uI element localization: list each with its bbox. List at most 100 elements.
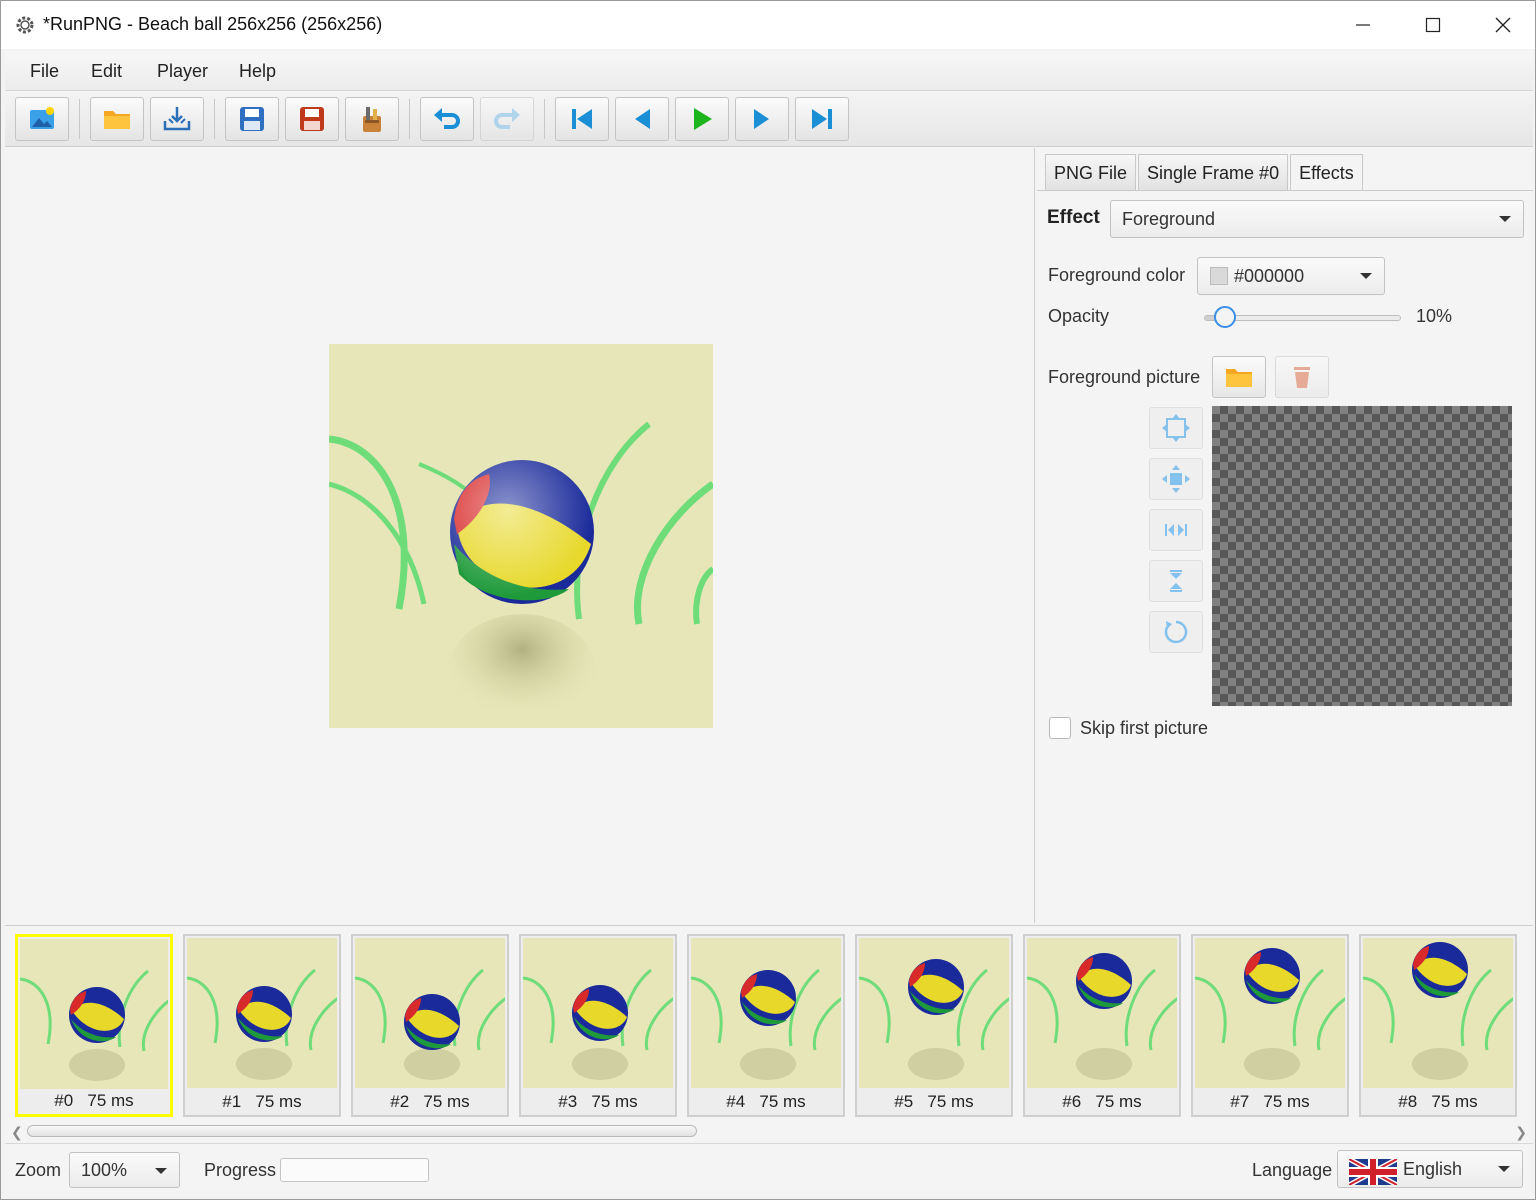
fg-color-label: Foreground color — [1048, 265, 1186, 285]
chevron-down-icon — [1360, 273, 1372, 279]
maximize-icon — [1425, 17, 1441, 33]
frame-caption: #8 75 ms — [1361, 1092, 1515, 1112]
open-picture-button[interactable] — [1212, 356, 1266, 398]
next-icon — [754, 109, 769, 129]
save-button[interactable] — [225, 97, 279, 141]
frame-thumbnail[interactable]: #6 75 ms — [1023, 934, 1181, 1117]
play-icon — [694, 108, 712, 130]
menu-bar: File Edit Player Help — [5, 51, 1533, 91]
frame-thumbnail[interactable]: #0 75 ms — [15, 934, 173, 1117]
progress-bar — [280, 1158, 429, 1182]
frame-image — [1195, 938, 1345, 1088]
tools-button[interactable] — [345, 97, 399, 141]
fg-color-picker[interactable]: #000000 — [1197, 257, 1385, 295]
frame-thumbnail[interactable]: #2 75 ms — [351, 934, 509, 1117]
first-frame-button[interactable] — [555, 97, 609, 141]
scroll-left-icon[interactable]: ❮ — [11, 1124, 23, 1141]
progress-label: Progress — [204, 1160, 277, 1180]
folder-icon — [1226, 369, 1252, 387]
frame-index: #5 — [894, 1092, 914, 1111]
minimize-button[interactable] — [1328, 1, 1398, 49]
trash-icon — [1294, 367, 1310, 388]
menu-file[interactable]: File — [30, 61, 59, 82]
app-window: *RunPNG - Beach ball 256x256 (256x256) F… — [0, 0, 1536, 1200]
last-frame-icon — [812, 109, 832, 129]
frame-strip-scrollbar[interactable]: ❮ ❯ — [5, 1121, 1533, 1141]
save-icon — [240, 107, 264, 131]
fit-button[interactable] — [1149, 407, 1203, 449]
menu-edit[interactable]: Edit — [91, 61, 122, 82]
open-button[interactable] — [90, 97, 144, 141]
language-value: English — [1403, 1159, 1463, 1179]
stretch-icon — [1162, 465, 1190, 493]
tools-icon — [363, 107, 381, 132]
save-as-button[interactable] — [285, 97, 339, 141]
frame-thumbnail[interactable]: #1 75 ms — [183, 934, 341, 1117]
frame-duration: 75 ms — [423, 1092, 470, 1111]
status-bar: Zoom 100% Progress Language English — [5, 1143, 1533, 1197]
scrollbar-thumb[interactable] — [27, 1125, 697, 1137]
frame-index: #3 — [558, 1092, 578, 1111]
tab-png-file[interactable]: PNG File — [1045, 154, 1137, 190]
effect-select[interactable]: Foreground — [1110, 200, 1524, 238]
fg-picture-label: Foreground picture — [1048, 367, 1201, 387]
frame-thumbnail[interactable]: #7 75 ms — [1191, 934, 1349, 1117]
language-label: Language — [1252, 1160, 1333, 1180]
properties-panel: PNG File Single Frame #0 Effects Effect … — [1037, 148, 1533, 923]
next-frame-button[interactable] — [735, 97, 789, 141]
flip-vertical-button[interactable] — [1149, 560, 1203, 602]
opacity-slider-thumb[interactable] — [1214, 306, 1236, 328]
effect-value: Foreground — [1122, 209, 1216, 229]
frame-duration: 75 ms — [591, 1092, 638, 1111]
fit-icon — [1162, 414, 1190, 442]
tab-effects[interactable]: Effects — [1290, 154, 1363, 191]
frame-duration: 75 ms — [255, 1092, 302, 1111]
previous-frame-button[interactable] — [615, 97, 669, 141]
frame-image — [20, 939, 168, 1089]
frame-index: #6 — [1062, 1092, 1082, 1111]
close-button[interactable] — [1468, 1, 1536, 49]
preview-canvas — [5, 148, 1035, 923]
maximize-button[interactable] — [1398, 1, 1468, 49]
chevron-down-icon — [155, 1168, 167, 1174]
undo-button[interactable] — [420, 97, 474, 141]
zoom-label: Zoom — [15, 1160, 62, 1180]
effect-label: Effect — [1047, 207, 1100, 228]
skip-first-checkbox[interactable] — [1049, 717, 1071, 739]
frame-strip: #0 75 ms #1 75 ms #2 75 ms #3 75 ms #4 75 ms… — [5, 925, 1533, 1121]
language-select[interactable]: English — [1337, 1150, 1523, 1188]
frame-duration: 75 ms — [1263, 1092, 1310, 1111]
frame-duration: 75 ms — [927, 1092, 974, 1111]
menu-player[interactable]: Player — [157, 61, 208, 82]
toolbar — [5, 91, 1533, 147]
chevron-down-icon — [1499, 216, 1511, 222]
uk-flag-icon — [1349, 1159, 1397, 1185]
frame-image — [523, 938, 673, 1088]
import-button[interactable] — [150, 97, 204, 141]
redo-button[interactable] — [480, 97, 534, 141]
scroll-right-icon[interactable]: ❯ — [1515, 1124, 1527, 1141]
panel-tabs: PNG File Single Frame #0 Effects — [1045, 154, 1365, 191]
frame-thumbnail[interactable]: #3 75 ms — [519, 934, 677, 1117]
frame-thumbnail[interactable]: #8 75 ms — [1359, 934, 1517, 1117]
stretch-button[interactable] — [1149, 458, 1203, 500]
rotate-button[interactable] — [1149, 611, 1203, 653]
import-icon — [163, 107, 191, 131]
delete-picture-button[interactable] — [1275, 356, 1329, 398]
zoom-select[interactable]: 100% — [69, 1152, 180, 1188]
folder-icon — [104, 111, 130, 129]
play-button[interactable] — [675, 97, 729, 141]
previous-icon — [635, 109, 650, 129]
frame-thumbnail[interactable]: #5 75 ms — [855, 934, 1013, 1117]
foreground-picture-preview — [1212, 406, 1512, 706]
flip-horizontal-button[interactable] — [1149, 509, 1203, 551]
chevron-down-icon — [1498, 1166, 1510, 1172]
last-frame-button[interactable] — [795, 97, 849, 141]
menu-help[interactable]: Help — [239, 61, 276, 82]
new-image-button[interactable] — [15, 97, 69, 141]
rotate-icon — [1164, 620, 1188, 644]
frame-thumbnail[interactable]: #4 75 ms — [687, 934, 845, 1117]
frame-image — [355, 938, 505, 1088]
tab-single-frame[interactable]: Single Frame #0 — [1138, 154, 1289, 190]
flip-horizontal-icon — [1165, 524, 1187, 536]
